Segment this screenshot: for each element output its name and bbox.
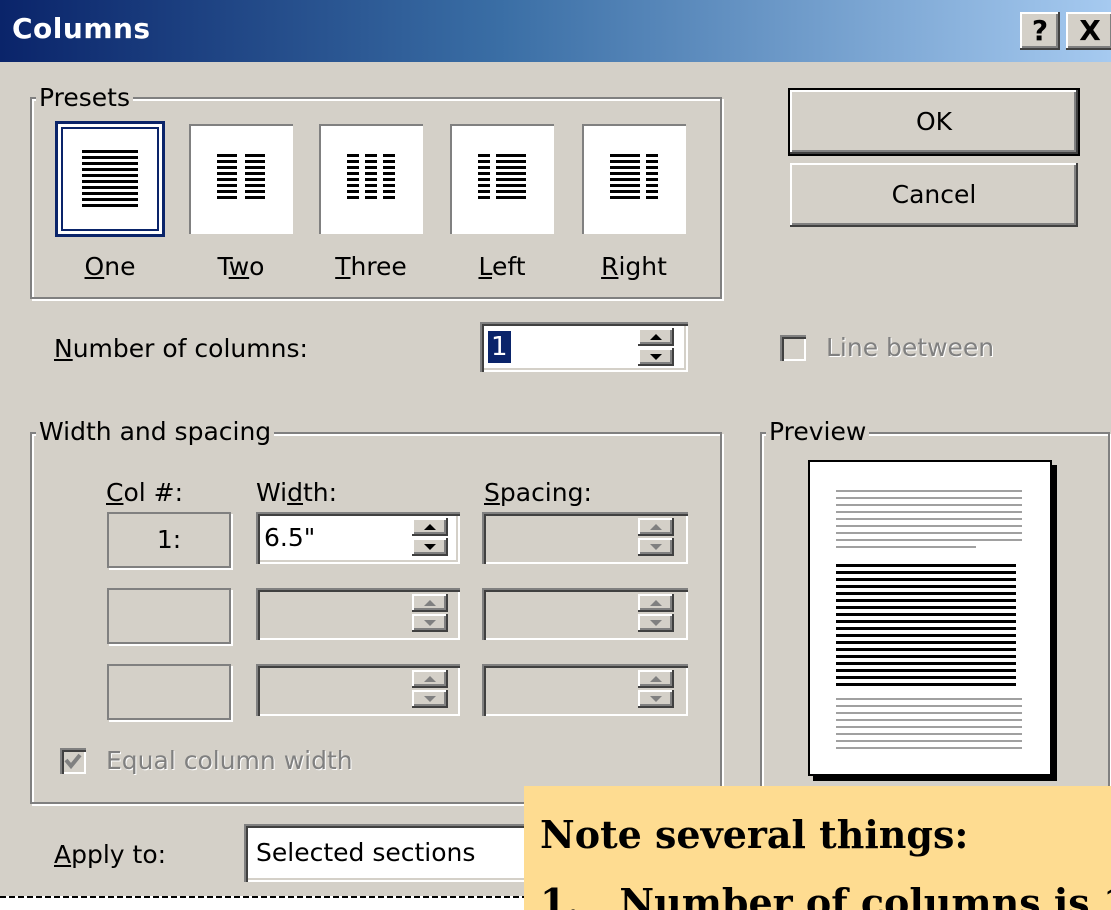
equal-column-width-checkbox[interactable] <box>60 748 86 774</box>
preset-three[interactable] <box>319 124 423 234</box>
arrow-down-icon <box>424 620 436 626</box>
preset-right[interactable] <box>582 124 686 234</box>
cut-off-strip <box>0 896 524 910</box>
arrow-up-icon <box>424 600 436 606</box>
width-spacing-legend: Width and spacing <box>36 418 275 446</box>
line-between-label: Line between <box>826 333 995 362</box>
right-column-icon <box>610 154 658 199</box>
help-button[interactable]: ? <box>1020 12 1060 50</box>
checkmark-icon <box>64 753 82 770</box>
apply-to-label: Apply to: <box>54 840 167 869</box>
preview-legend: Preview <box>766 418 870 446</box>
spin-down-button[interactable] <box>638 690 674 708</box>
number-of-columns-spinner[interactable] <box>638 328 674 366</box>
spin-down-button[interactable] <box>412 538 448 556</box>
arrow-down-icon <box>650 620 662 626</box>
line-between-checkbox[interactable] <box>780 335 806 361</box>
width-header: Width: <box>256 478 338 507</box>
spin-up-button[interactable] <box>412 670 448 688</box>
cancel-button[interactable]: Cancel <box>790 163 1078 227</box>
preset-right-label: Right <box>601 252 667 281</box>
preset-left[interactable] <box>450 124 554 234</box>
preview-text-lines <box>836 490 1022 749</box>
arrow-up-icon <box>424 524 436 530</box>
col-number-cell <box>107 588 231 644</box>
preset-three-label: Three <box>335 252 407 281</box>
apply-to-select[interactable]: Selected sections <box>244 824 544 882</box>
col-number-value: 1: <box>156 525 182 554</box>
spin-up-button[interactable] <box>638 594 674 612</box>
preview-page <box>808 460 1052 776</box>
width-value: 6.5" <box>264 523 316 552</box>
spacing-spinner[interactable] <box>638 518 674 556</box>
left-column-icon <box>478 154 526 199</box>
spacing-spinner[interactable] <box>638 670 674 708</box>
number-of-columns-value: 1 <box>488 331 511 363</box>
title-bar[interactable] <box>0 0 1111 62</box>
col-number-header: Col #: <box>106 478 184 507</box>
close-button[interactable]: X <box>1066 12 1111 50</box>
spin-up-button[interactable] <box>638 328 674 346</box>
spacing-spinner[interactable] <box>638 594 674 632</box>
width-spinner[interactable] <box>412 594 448 632</box>
width-spinner[interactable] <box>412 518 448 556</box>
col-number-cell: 1: <box>107 512 231 568</box>
two-columns-icon <box>217 154 265 199</box>
spin-up-button[interactable] <box>412 594 448 612</box>
preset-two-label: Two <box>217 252 265 281</box>
apply-to-value: Selected sections <box>256 838 476 867</box>
spin-down-button[interactable] <box>638 538 674 556</box>
one-column-icon <box>82 150 138 207</box>
arrow-down-icon <box>424 544 436 550</box>
arrow-down-icon <box>650 544 662 550</box>
width-spinner[interactable] <box>412 670 448 708</box>
arrow-up-icon <box>650 676 662 682</box>
number-of-columns-label: Number of columns: <box>54 334 308 363</box>
spin-up-button[interactable] <box>412 518 448 536</box>
preset-one[interactable] <box>58 124 162 234</box>
note-heading: Note several things: <box>540 812 969 857</box>
spin-down-button[interactable] <box>638 614 674 632</box>
col-number-cell <box>107 664 231 720</box>
spin-down-button[interactable] <box>412 690 448 708</box>
preset-one-label: One <box>84 252 136 281</box>
window-title: Columns <box>12 12 151 45</box>
arrow-up-icon <box>424 676 436 682</box>
three-columns-icon <box>347 154 395 199</box>
arrow-up-icon <box>650 600 662 606</box>
arrow-down-icon <box>424 696 436 702</box>
spin-down-button[interactable] <box>638 348 674 366</box>
cancel-button-label: Cancel <box>891 180 977 209</box>
arrow-up-icon <box>650 524 662 530</box>
note-line-1: 1. Number of columns is 1 <box>540 880 1111 910</box>
presets-legend: Presets <box>36 84 133 112</box>
spin-up-button[interactable] <box>638 518 674 536</box>
ok-button[interactable]: OK <box>790 90 1078 154</box>
note-callout: Note several things: 1. Number of column… <box>524 786 1111 910</box>
spin-up-button[interactable] <box>638 670 674 688</box>
spin-down-button[interactable] <box>412 614 448 632</box>
arrow-down-icon <box>650 696 662 702</box>
arrow-up-icon <box>650 334 662 340</box>
arrow-down-icon <box>650 354 662 360</box>
equal-column-width-label: Equal column width <box>106 746 353 775</box>
spacing-header: Spacing: <box>484 478 592 507</box>
preset-left-label: Left <box>478 252 526 281</box>
preset-two[interactable] <box>189 124 293 234</box>
ok-button-label: OK <box>915 107 953 136</box>
